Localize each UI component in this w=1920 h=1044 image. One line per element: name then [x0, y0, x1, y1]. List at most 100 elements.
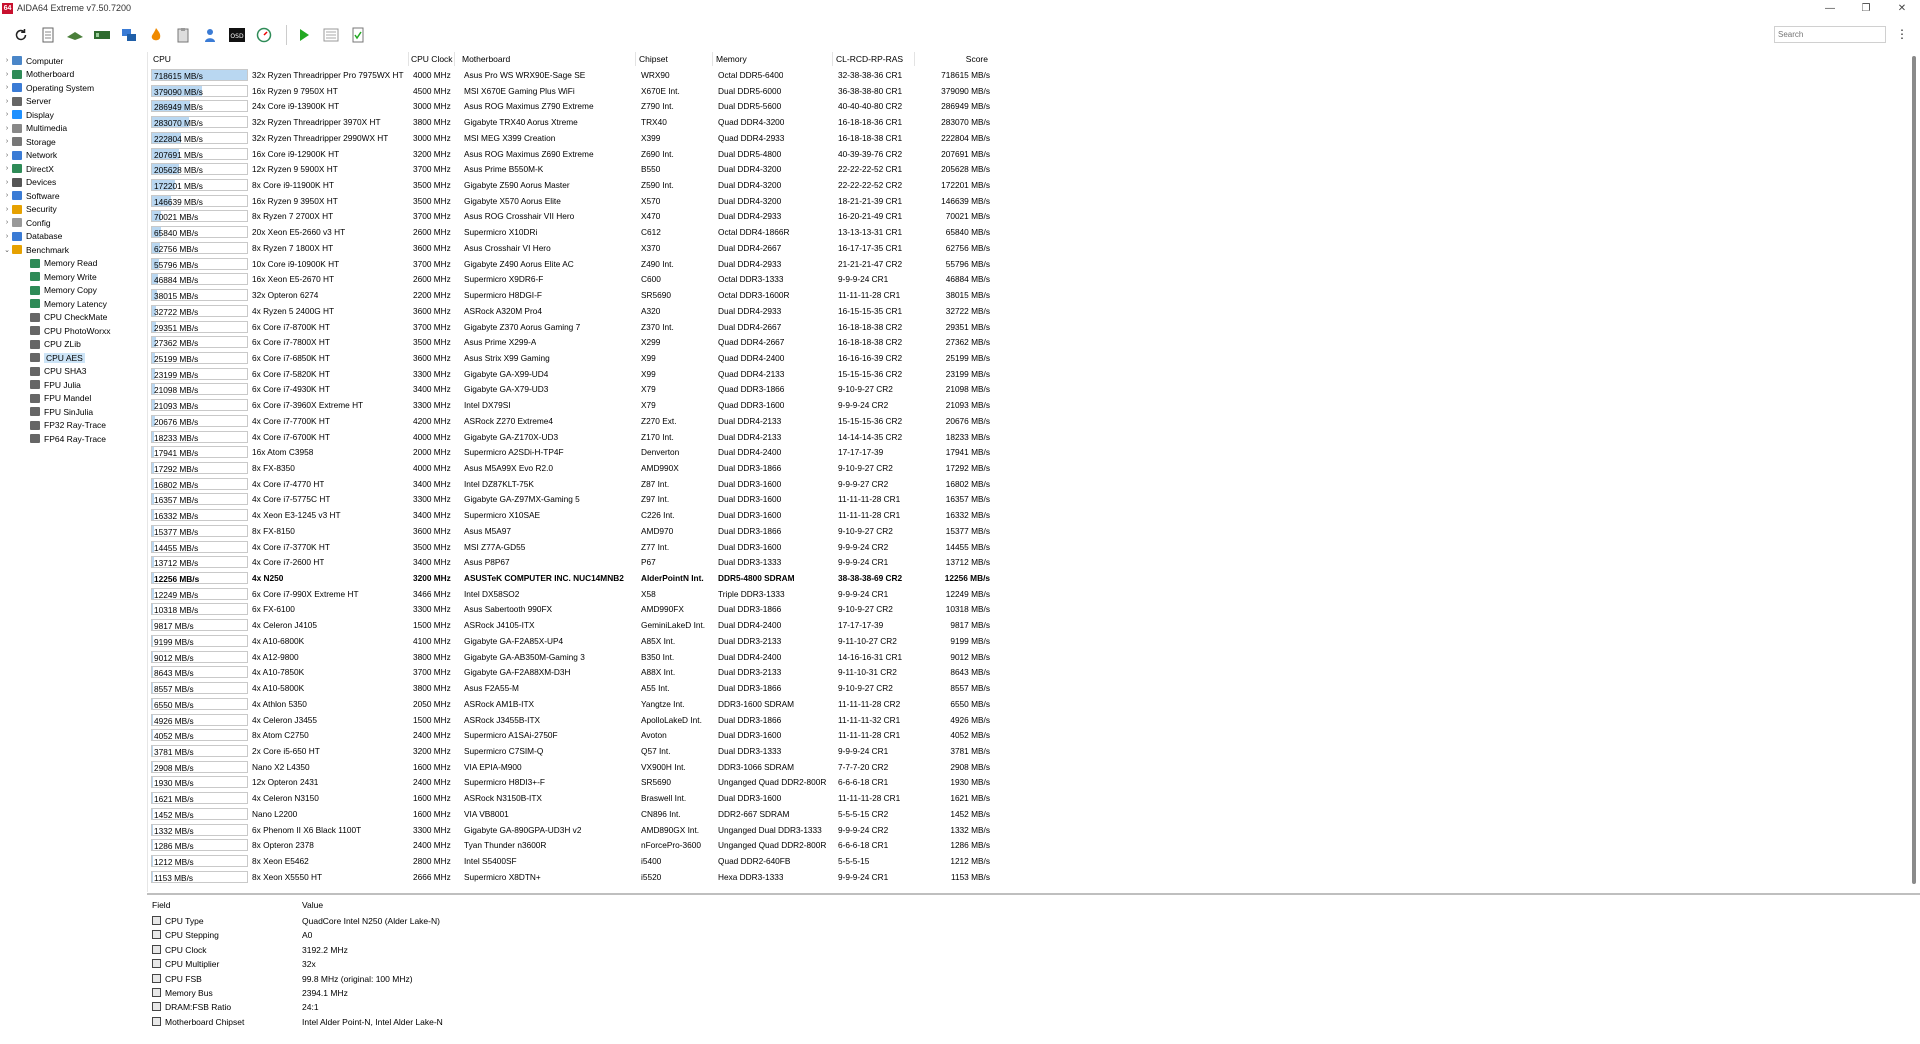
sidebar-item-multimedia[interactable]: › Multimedia — [2, 122, 67, 135]
table-row[interactable]: 21098 MB/s 6x Core i7-4930K HT 3400 MHz Gig… — [148, 382, 990, 398]
table-row[interactable]: 1286 MB/s 8x Opteron 2378 2400 MHz Tyan Thu… — [148, 838, 990, 854]
table-row[interactable]: 4926 MB/s 4x Celeron J3455 1500 MHz ASRock … — [148, 713, 990, 729]
sidebar-item-computer[interactable]: › Computer — [2, 54, 64, 67]
table-row[interactable]: 10318 MB/s 6x FX-6100 3300 MHz Asus Saberto… — [148, 602, 990, 618]
sidebar-item-operating-system[interactable]: › Operating System — [2, 81, 94, 94]
maximize-button[interactable]: ❐ — [1848, 0, 1884, 16]
expand-arrow-icon[interactable]: › — [2, 98, 12, 105]
check-icon[interactable] — [347, 24, 369, 46]
table-row[interactable]: 8643 MB/s 4x A10-7850K 3700 MHz Gigabyte GA… — [148, 665, 990, 681]
minimize-button[interactable]: — — [1812, 0, 1848, 16]
table-row[interactable]: 32722 MB/s 4x Ryzen 5 2400G HT 3600 MHz ASR… — [148, 304, 990, 320]
table-row[interactable]: 207691 MB/s 16x Core i9-12900K HT 3200 MHz… — [148, 147, 990, 163]
table-row[interactable]: 27362 MB/s 6x Core i7-7800X HT 3500 MHz Asu… — [148, 335, 990, 351]
expand-arrow-icon[interactable]: › — [2, 84, 12, 91]
table-row[interactable]: 1452 MB/s Nano L2200 1600 MHz VIA VB8001 CN8… — [148, 807, 990, 823]
table-row[interactable]: 283070 MB/s 32x Ryzen Threadripper 3970X … — [148, 115, 990, 131]
table-row[interactable]: 55796 MB/s 10x Core i9-10900K HT 3700 MHz G… — [148, 257, 990, 273]
table-row[interactable]: 21093 MB/s 6x Core i7-3960X Extreme HT 330… — [148, 398, 990, 414]
sidebar-item-config[interactable]: › Config — [2, 216, 51, 229]
column-header-chipset[interactable]: Chipset — [639, 52, 713, 66]
table-row[interactable]: 20676 MB/s 4x Core i7-7700K HT 4200 MHz ASR… — [148, 414, 990, 430]
sidebar-item-display[interactable]: › Display — [2, 108, 54, 121]
sidebar-item-database[interactable]: › Database — [2, 230, 63, 243]
table-row[interactable]: 1621 MB/s 4x Celeron N3150 1600 MHz ASRock … — [148, 791, 990, 807]
detail-row[interactable]: CPU Type QuadCore Intel N250 (Alder Lake-… — [147, 914, 747, 928]
column-header-value[interactable]: Value — [302, 898, 442, 912]
expand-arrow-icon[interactable]: › — [2, 138, 12, 145]
sidebar-item-directx[interactable]: › DirectX — [2, 162, 54, 175]
table-row[interactable]: 9012 MB/s 4x A12-9800 3800 MHz Gigabyte GA-… — [148, 650, 990, 666]
expand-arrow-icon[interactable]: › — [2, 152, 12, 159]
table-row[interactable]: 12249 MB/s 6x Core i7-990X Extreme HT 3466… — [148, 587, 990, 603]
detail-row[interactable]: Motherboard Chipset Intel Alder Point-N, … — [147, 1015, 747, 1029]
table-row[interactable]: 172201 MB/s 8x Core i9-11900K HT 3500 MHz G… — [148, 178, 990, 194]
sidebar-item-memory-copy[interactable]: Memory Copy — [20, 284, 97, 297]
sidebar-item-fp64-ray-trace[interactable]: FP64 Ray-Trace — [20, 432, 106, 445]
column-header-cpu[interactable]: CPU — [153, 52, 409, 66]
table-row[interactable]: 18233 MB/s 4x Core i7-6700K HT 4000 MHz Gig… — [148, 430, 990, 446]
sidebar-item-cpu-sha3[interactable]: CPU SHA3 — [20, 365, 87, 378]
gauge-icon[interactable] — [253, 24, 275, 46]
sidebar-item-motherboard[interactable]: › Motherboard — [2, 68, 74, 81]
table-row[interactable]: 70021 MB/s 8x Ryzen 7 2700X HT 3700 MHz Asu… — [148, 209, 990, 225]
table-row[interactable]: 379090 MB/s 16x Ryzen 9 7950X HT 4500 MHz M… — [148, 84, 990, 100]
table-row[interactable]: 23199 MB/s 6x Core i7-5820K HT 3300 MHz Gig… — [148, 367, 990, 383]
sidebar-item-server[interactable]: › Server — [2, 95, 51, 108]
table-row[interactable]: 146639 MB/s 16x Ryzen 9 3950X HT 3500 MHz G… — [148, 194, 990, 210]
detail-row[interactable]: CPU Stepping A0 — [147, 928, 747, 942]
table-row[interactable]: 13712 MB/s 4x Core i7-2600 HT 3400 MHz Asus… — [148, 555, 990, 571]
network-icon[interactable] — [118, 24, 140, 46]
table-row[interactable]: 15377 MB/s 8x FX-8150 3600 MHz Asus M5A97 AM… — [148, 524, 990, 540]
vertical-scrollbar[interactable] — [1909, 52, 1920, 892]
expand-arrow-icon[interactable]: › — [2, 57, 12, 64]
flame-icon[interactable] — [145, 24, 167, 46]
sidebar-item-benchmark[interactable]: ⌄ Benchmark — [2, 243, 69, 256]
detail-row[interactable]: DRAM:FSB Ratio 24:1 — [147, 1000, 747, 1014]
table-row[interactable]: 16357 MB/s 4x Core i7-5775C HT 3300 MHz Gig… — [148, 492, 990, 508]
table-row[interactable]: 8557 MB/s 4x A10-5800K 3800 MHz Asus F2A55-… — [148, 681, 990, 697]
sidebar-item-cpu-zlib[interactable]: CPU ZLib — [20, 338, 81, 351]
table-row[interactable]: 3781 MB/s 2x Core i5-650 HT 3200 MHz Superm… — [148, 744, 990, 760]
sidebar-item-fpu-mandel[interactable]: FPU Mandel — [20, 392, 91, 405]
expand-arrow-icon[interactable]: › — [2, 192, 12, 199]
expand-arrow-icon[interactable]: › — [2, 111, 12, 118]
refresh-icon[interactable] — [10, 24, 32, 46]
table-row[interactable]: 222804 MB/s 32x Ryzen Threadripper 2990WX… — [148, 131, 990, 147]
sidebar-item-fp32-ray-trace[interactable]: FP32 Ray-Trace — [20, 419, 106, 432]
expand-arrow-icon[interactable]: › — [2, 71, 12, 78]
table-row[interactable]: 16802 MB/s 4x Core i7-4770 HT 3400 MHz Inte… — [148, 477, 990, 493]
sidebar-item-devices[interactable]: › Devices — [2, 176, 56, 189]
expand-arrow-icon[interactable]: › — [2, 125, 12, 132]
expand-arrow-icon[interactable]: › — [2, 233, 12, 240]
column-header-memory[interactable]: Memory — [716, 52, 833, 66]
run-icon[interactable] — [293, 24, 315, 46]
table-row[interactable]: 1212 MB/s 8x Xeon E5462 2800 MHz Intel S540… — [148, 854, 990, 870]
expand-arrow-icon[interactable]: › — [2, 165, 12, 172]
sidebar-item-fpu-julia[interactable]: FPU Julia — [20, 378, 81, 391]
sidebar-item-fpu-sinjulia[interactable]: FPU SinJulia — [20, 405, 93, 418]
clipboard-icon[interactable] — [172, 24, 194, 46]
expand-arrow-icon[interactable]: ⌄ — [2, 246, 12, 254]
table-row[interactable]: 16332 MB/s 4x Xeon E3-1245 v3 HT 3400 MHz S… — [148, 508, 990, 524]
sidebar-item-security[interactable]: › Security — [2, 203, 57, 216]
table-row[interactable]: 9199 MB/s 4x A10-6800K 4100 MHz Gigabyte GA… — [148, 634, 990, 650]
sidebar-item-memory-write[interactable]: Memory Write — [20, 270, 97, 283]
column-header-cpu-clock[interactable]: CPU Clock — [411, 52, 455, 66]
detail-row[interactable]: Memory Bus 2394.1 MHz — [147, 986, 747, 1000]
sidebar-item-memory-read[interactable]: Memory Read — [20, 257, 97, 270]
column-header-field[interactable]: Field — [152, 898, 292, 912]
table-row[interactable]: 718615 MB/s 32x Ryzen Threadripper Pro 79… — [148, 68, 990, 84]
table-row[interactable]: 6550 MB/s 4x Athlon 5350 2050 MHz ASRock AM… — [148, 697, 990, 713]
search-input[interactable] — [1774, 26, 1886, 43]
table-row[interactable]: 12256 MB/s 4x N250 3200 MHz ASUSTeK COMPUTE… — [148, 571, 990, 587]
table-row[interactable]: 1153 MB/s 8x Xeon X5550 HT 2666 MHz Supermi… — [148, 870, 990, 886]
sidebar-item-network[interactable]: › Network — [2, 149, 57, 162]
sidebar-item-cpu-aes[interactable]: CPU AES — [20, 351, 85, 364]
table-row[interactable]: 9817 MB/s 4x Celeron J4105 1500 MHz ASRock … — [148, 618, 990, 634]
report-icon[interactable] — [37, 24, 59, 46]
sidebar-item-storage[interactable]: › Storage — [2, 135, 56, 148]
sidebar-item-software[interactable]: › Software — [2, 189, 60, 202]
expand-arrow-icon[interactable]: › — [2, 179, 12, 186]
table-row[interactable]: 65840 MB/s 20x Xeon E5-2660 v3 HT 2600 MHz… — [148, 225, 990, 241]
